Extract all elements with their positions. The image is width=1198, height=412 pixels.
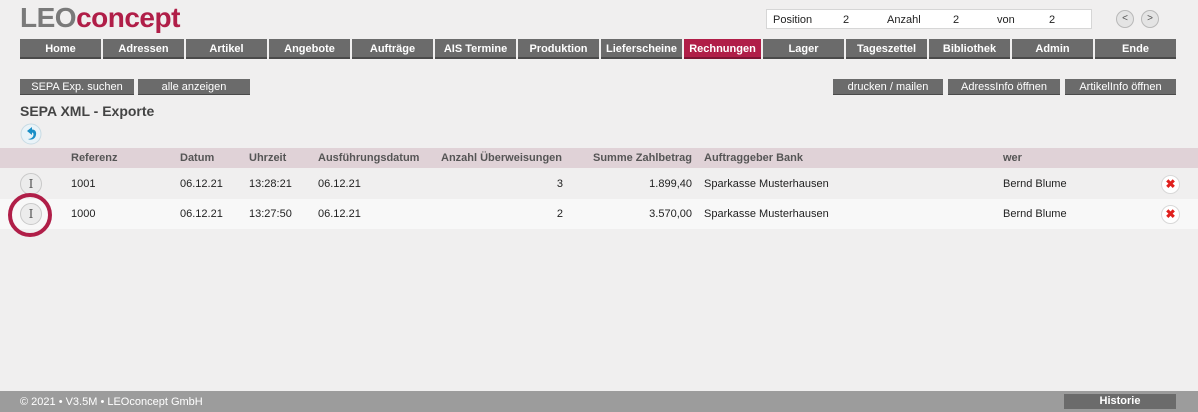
next-record-button[interactable]: > [1141, 10, 1159, 28]
info-cursor-icon[interactable]: I [20, 173, 42, 195]
info-cursor-icon[interactable]: I [20, 203, 42, 225]
logo-part-concept: concept [76, 2, 180, 33]
cell-bank: Sparkasse Musterhausen [704, 178, 829, 190]
prev-record-button[interactable]: < [1116, 10, 1134, 28]
table-row[interactable]: I 1000 06.12.21 13:27:50 06.12.21 2 3.57… [0, 199, 1198, 229]
cell-summe: 1.899,40 [649, 178, 692, 190]
col-datum[interactable]: Datum [180, 152, 214, 164]
tab-adressen[interactable]: Adressen [103, 39, 184, 59]
cell-wer: Bernd Blume [1003, 208, 1067, 220]
cell-datum: 06.12.21 [180, 208, 223, 220]
cell-uhrzeit: 13:28:21 [249, 178, 292, 190]
cell-datum: 06.12.21 [180, 178, 223, 190]
record-position-box: Position 2 Anzahl 2 von 2 [766, 9, 1092, 29]
copyright-text: © 2021 • V3.5M • LEOconcept GmbH [20, 396, 203, 408]
col-ausfuehrungsdatum[interactable]: Ausführungsdatum [318, 152, 419, 164]
cell-summe: 3.570,00 [649, 208, 692, 220]
tab-admin[interactable]: Admin [1012, 39, 1093, 59]
table-row[interactable]: I 1001 06.12.21 13:28:21 06.12.21 3 1.89… [0, 169, 1198, 199]
history-button[interactable]: Historie [1064, 394, 1176, 409]
page-title: SEPA XML - Exporte [20, 103, 155, 119]
tab-tageszettel[interactable]: Tageszettel [846, 39, 927, 59]
delete-icon[interactable]: ✖ [1161, 175, 1180, 194]
show-all-button[interactable]: alle anzeigen [138, 79, 250, 95]
cell-anzahl: 2 [556, 208, 563, 220]
position-label: Position [773, 14, 813, 26]
tab-auftraege[interactable]: Aufträge [352, 39, 433, 59]
delete-icon[interactable]: ✖ [1161, 205, 1180, 224]
logo-part-leo: LEO [20, 2, 77, 33]
tab-lager[interactable]: Lager [763, 39, 844, 59]
cell-anzahl: 3 [556, 178, 563, 190]
col-wer[interactable]: wer [1003, 152, 1022, 164]
cell-wer: Bernd Blume [1003, 178, 1067, 190]
tab-bibliothek[interactable]: Bibliothek [929, 39, 1010, 59]
col-summe[interactable]: Summe Zahlbetrag [593, 152, 692, 164]
anzahl-value: 2 [953, 14, 960, 26]
cell-uhrzeit: 13:27:50 [249, 208, 292, 220]
tab-angebote[interactable]: Angebote [269, 39, 350, 59]
cell-referenz: 1001 [71, 178, 96, 190]
von-label: von [997, 14, 1015, 26]
col-referenz[interactable]: Referenz [71, 152, 117, 164]
app-logo: LEOconcept [20, 2, 180, 34]
article-info-button[interactable]: ArtikelInfo öffnen [1065, 79, 1176, 95]
cell-bank: Sparkasse Musterhausen [704, 208, 829, 220]
back-arrow-icon[interactable] [20, 123, 42, 145]
tab-artikel[interactable]: Artikel [186, 39, 267, 59]
von-value: 2 [1049, 14, 1056, 26]
cell-ausfuehrungsdatum: 06.12.21 [318, 178, 361, 190]
cell-referenz: 1000 [71, 208, 96, 220]
tab-ende[interactable]: Ende [1095, 39, 1176, 59]
tab-home[interactable]: Home [20, 39, 101, 59]
footer-bar: © 2021 • V3.5M • LEOconcept GmbH Histori… [0, 391, 1198, 412]
print-mail-button[interactable]: drucken / mailen [833, 79, 943, 95]
main-menu: Home Adressen Artikel Angebote Aufträge … [20, 39, 1178, 59]
tab-lieferscheine[interactable]: Lieferscheine [601, 39, 682, 59]
anzahl-label: Anzahl [887, 14, 921, 26]
tab-rechnungen[interactable]: Rechnungen [684, 39, 761, 59]
col-anzahl[interactable]: Anzahl Überweisungen [441, 152, 562, 164]
cell-ausfuehrungsdatum: 06.12.21 [318, 208, 361, 220]
col-uhrzeit[interactable]: Uhrzeit [249, 152, 286, 164]
table-header: Referenz Datum Uhrzeit Ausführungsdatum … [0, 148, 1198, 168]
sepa-search-button[interactable]: SEPA Exp. suchen [20, 79, 134, 95]
tab-produktion[interactable]: Produktion [518, 39, 599, 59]
tab-ais-termine[interactable]: AIS Termine [435, 39, 516, 59]
address-info-button[interactable]: AdressInfo öffnen [948, 79, 1060, 95]
position-value: 2 [843, 14, 850, 26]
col-bank[interactable]: Auftraggeber Bank [704, 152, 803, 164]
